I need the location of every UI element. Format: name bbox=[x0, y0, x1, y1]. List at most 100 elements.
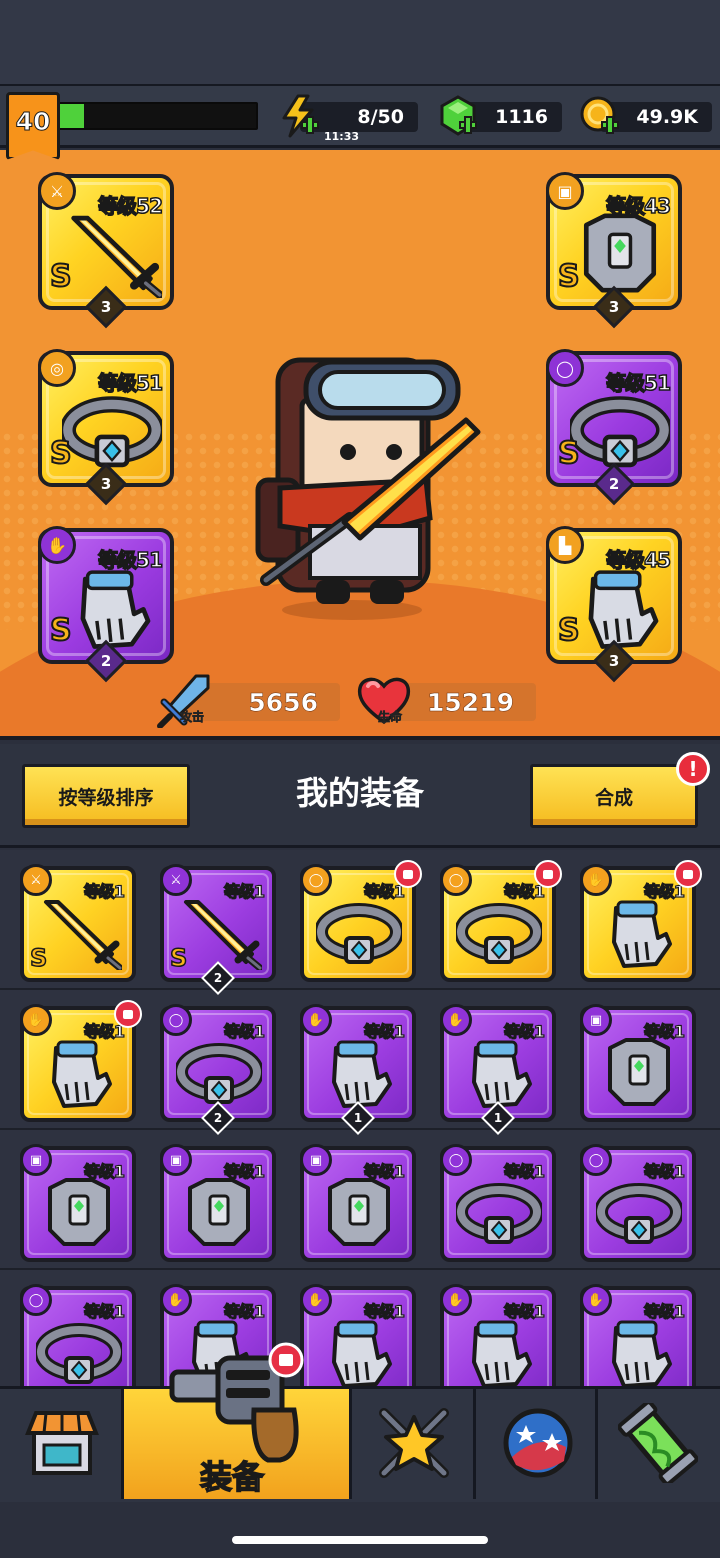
armor-icon bbox=[328, 1178, 390, 1246]
category-icon: ◯ bbox=[300, 864, 332, 896]
sword-icon bbox=[44, 900, 122, 970]
star-count: 3 bbox=[100, 475, 112, 493]
glove-icon bbox=[472, 1320, 532, 1386]
glove-icon bbox=[612, 1320, 672, 1386]
item-level: 等级1 bbox=[83, 1301, 125, 1321]
category-icon: ✋ bbox=[580, 864, 612, 896]
inventory-item[interactable]: ⚔ 等级1 S 2 bbox=[160, 864, 276, 995]
xp-progress-fill bbox=[60, 104, 84, 128]
belt-icon bbox=[316, 903, 402, 964]
skills-icon bbox=[379, 1408, 449, 1478]
equipment-item-icon bbox=[588, 570, 659, 649]
sort-by-level-button[interactable]: 按等级排序 bbox=[22, 764, 190, 828]
slot-grade: S bbox=[49, 435, 73, 472]
coin-icon[interactable] bbox=[578, 94, 622, 138]
shop-icon bbox=[25, 1411, 99, 1475]
star-count: 2 bbox=[608, 475, 620, 493]
equipped-slot[interactable]: ▣ 等级43 S 3 bbox=[546, 172, 682, 329]
inventory-item[interactable]: ◯ 等级1 2 bbox=[160, 1004, 276, 1135]
category-icon: ✋ bbox=[440, 1004, 472, 1036]
tab-planet[interactable] bbox=[476, 1389, 598, 1499]
slot-grade: S bbox=[557, 435, 581, 472]
category-icon: ⚔ bbox=[160, 864, 192, 896]
belt-icon bbox=[596, 1183, 682, 1244]
equipment-item-icon bbox=[80, 570, 151, 649]
inventory-item[interactable]: ▣ 等级1 bbox=[580, 1004, 696, 1122]
gem-icon[interactable] bbox=[436, 94, 480, 138]
glove-icon bbox=[332, 1040, 392, 1108]
merge-button[interactable]: 合成 bbox=[530, 764, 698, 828]
equipped-slot[interactable]: ▙ 等级45 S 3 bbox=[546, 526, 682, 683]
item-level: 等级1 bbox=[363, 1301, 405, 1321]
inventory-grid[interactable]: ⚔ 等级1 S ⚔ 等级1 S 2 ◯ 等级1 ◯ 等级1 ✋ 等级1 ✋ 等级1 ◯… bbox=[0, 850, 720, 1386]
inventory-item[interactable]: ✋ 等级1 bbox=[300, 1284, 416, 1386]
category-icon: ▣ bbox=[20, 1144, 52, 1176]
category-icon: ✋ bbox=[300, 1284, 332, 1316]
category-icon: ⚔ bbox=[20, 864, 52, 896]
inventory-item[interactable]: ✋ 等级1 1 bbox=[440, 1004, 556, 1135]
inventory-item[interactable]: ◯ 等级1 bbox=[440, 860, 562, 982]
new-badge-icon bbox=[534, 860, 562, 888]
equipped-slot[interactable]: ◯ 等级51 S 2 bbox=[546, 349, 682, 506]
category-icon: ◯ bbox=[440, 1144, 472, 1176]
category-icon: ◯ bbox=[580, 1144, 612, 1176]
new-badge-icon bbox=[674, 860, 702, 888]
belt-icon: ◯ bbox=[546, 349, 584, 387]
item-level: 等级1 bbox=[223, 881, 265, 901]
belt-icon bbox=[456, 903, 542, 964]
dna-icon bbox=[618, 1403, 698, 1483]
category-icon: ◯ bbox=[20, 1284, 52, 1316]
inventory-item[interactable]: ✋ 等级1 1 bbox=[300, 1004, 416, 1135]
inventory-item[interactable]: ✋ 等级1 bbox=[440, 1284, 556, 1386]
armor-icon bbox=[48, 1178, 110, 1246]
tab-skills[interactable] bbox=[352, 1389, 476, 1499]
sword-icon bbox=[184, 900, 262, 970]
slot-grade: S bbox=[49, 612, 73, 649]
hero-character[interactable] bbox=[240, 348, 490, 628]
inventory-item[interactable]: ✋ 等级1 bbox=[580, 1284, 696, 1386]
tab-dna[interactable] bbox=[598, 1389, 720, 1499]
category-icon: ✋ bbox=[440, 1284, 472, 1316]
inventory-item[interactable]: ▣ 等级1 bbox=[160, 1144, 276, 1262]
star-count: 1 bbox=[353, 1111, 363, 1125]
equipped-slot[interactable]: ⚔ 等级52 S 3 bbox=[38, 172, 174, 329]
inventory-item[interactable]: ✋ 等级1 bbox=[20, 1000, 142, 1122]
equipped-slot[interactable]: ✋ 等级51 S 2 bbox=[38, 526, 174, 683]
equipped-slot[interactable]: ◎ 等级51 S 3 bbox=[38, 349, 174, 506]
lightning-icon[interactable] bbox=[278, 94, 322, 138]
glove-icon bbox=[332, 1320, 392, 1386]
inventory-item[interactable]: ▣ 等级1 bbox=[20, 1144, 136, 1262]
star-count: 3 bbox=[608, 652, 620, 670]
xp-progress-bar bbox=[58, 102, 258, 130]
item-level: 等级1 bbox=[223, 1301, 265, 1321]
item-level: 等级1 bbox=[223, 1161, 265, 1181]
inventory-item[interactable]: ◯ 等级1 bbox=[20, 1284, 136, 1386]
inventory-item[interactable]: ◯ 等级1 bbox=[300, 860, 422, 982]
slot-grade: S bbox=[557, 258, 581, 295]
item-level: 等级1 bbox=[83, 1161, 125, 1181]
inventory-item[interactable]: ✋ 等级1 bbox=[580, 860, 702, 982]
item-level: 等级1 bbox=[363, 1161, 405, 1181]
equipment-screen: 40 8/50 11:33 1116 49.9K ⚔ 等级52 S 3 ▣ 等级… bbox=[0, 0, 720, 1558]
tab-shop[interactable] bbox=[0, 1389, 124, 1499]
category-icon: ◯ bbox=[160, 1004, 192, 1036]
inventory-item[interactable]: ▣ 等级1 bbox=[300, 1144, 416, 1262]
home-indicator[interactable] bbox=[232, 1536, 488, 1544]
player-level-badge[interactable]: 40 bbox=[6, 92, 60, 160]
star-count: 2 bbox=[100, 652, 112, 670]
item-level: 等级1 bbox=[503, 1301, 545, 1321]
category-icon: ▣ bbox=[160, 1144, 192, 1176]
item-level: 等级1 bbox=[643, 1161, 685, 1181]
slot-level: 等级51 bbox=[97, 547, 163, 573]
belt-icon bbox=[176, 1043, 262, 1104]
item-level: 等级1 bbox=[643, 1021, 685, 1041]
armor-icon bbox=[608, 1038, 670, 1106]
belt-icon bbox=[456, 1183, 542, 1244]
merge-alert-badge: ! bbox=[676, 752, 710, 786]
item-grade: S bbox=[169, 943, 188, 973]
inventory-item[interactable]: ⚔ 等级1 S bbox=[20, 864, 136, 982]
inventory-item[interactable]: ◯ 等级1 bbox=[580, 1144, 696, 1262]
star-count: 3 bbox=[608, 298, 620, 316]
new-badge-icon bbox=[114, 1000, 142, 1028]
inventory-item[interactable]: ◯ 等级1 bbox=[440, 1144, 556, 1262]
